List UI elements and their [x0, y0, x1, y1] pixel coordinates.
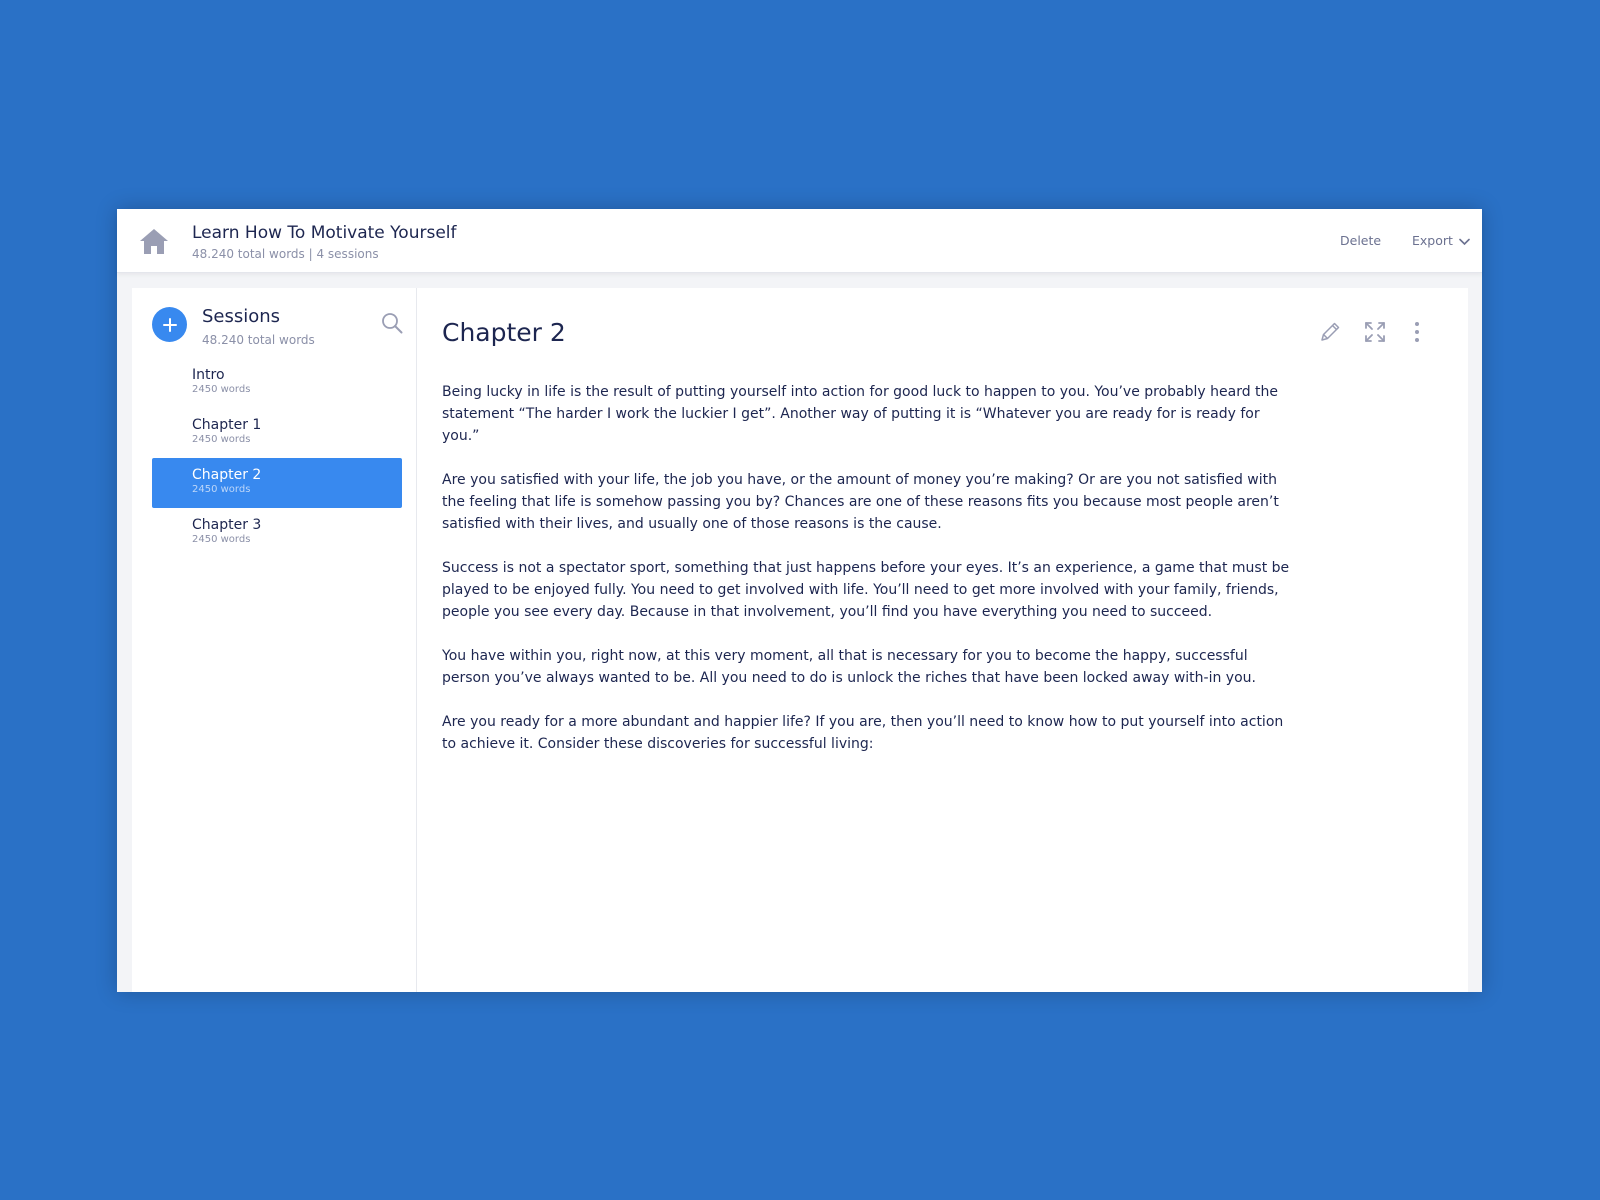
session-name: Intro: [192, 367, 225, 383]
chapter-content: Chapter 2 Being lucky in life is the res…: [418, 288, 1468, 992]
paragraph: Are you satisfied with your life, the jo…: [442, 472, 1279, 532]
session-name: Chapter 3: [192, 517, 262, 533]
header-bar: Learn How To Motivate Yourself 48.240 to…: [117, 209, 1482, 273]
session-item-intro[interactable]: Intro 2450 words: [152, 358, 402, 408]
session-name: Chapter 2: [192, 467, 262, 483]
search-icon[interactable]: [381, 312, 403, 334]
delete-button[interactable]: Delete: [1340, 233, 1381, 248]
home-icon[interactable]: [139, 227, 169, 255]
session-item-chapter-1[interactable]: Chapter 1 2450 words: [152, 408, 402, 458]
session-word-count: 2450 words: [192, 534, 251, 545]
session-list: Intro 2450 words Chapter 1 2450 words Ch…: [152, 358, 402, 558]
session-word-count: 2450 words: [192, 484, 251, 495]
sessions-title: Sessions: [202, 306, 281, 327]
chapter-title: Chapter 2: [442, 318, 566, 347]
sessions-sidebar: Sessions 48.240 total words Intro 2450 w…: [132, 288, 417, 992]
more-vertical-icon[interactable]: [1405, 320, 1429, 344]
editor-card: Sessions 48.240 total words Intro 2450 w…: [132, 288, 1468, 992]
paragraph: You have within you, right now, at this …: [442, 648, 1256, 686]
session-item-chapter-2[interactable]: Chapter 2 2450 words: [152, 458, 402, 508]
session-name: Chapter 1: [192, 417, 262, 433]
expand-icon[interactable]: [1363, 320, 1387, 344]
session-word-count: 2450 words: [192, 434, 251, 445]
add-session-button[interactable]: [152, 307, 187, 342]
paragraph: Being lucky in life is the result of put…: [442, 384, 1279, 444]
app-window: Learn How To Motivate Yourself 48.240 to…: [117, 209, 1482, 992]
pencil-icon[interactable]: [1318, 320, 1342, 344]
session-item-chapter-3[interactable]: Chapter 3 2450 words: [152, 508, 402, 558]
chevron-down-icon: [1459, 238, 1470, 245]
export-button[interactable]: Export: [1412, 233, 1470, 248]
document-title: Learn How To Motivate Yourself: [192, 223, 457, 243]
paragraph: Success is not a spectator sport, someth…: [442, 560, 1290, 620]
export-label: Export: [1412, 233, 1453, 248]
chapter-body[interactable]: Being lucky in life is the result of put…: [442, 381, 1292, 777]
document-stats: 48.240 total words | 4 sessions: [192, 247, 379, 261]
sessions-total-words: 48.240 total words: [202, 333, 315, 347]
paragraph: Are you ready for a more abundant and ha…: [442, 714, 1284, 752]
session-word-count: 2450 words: [192, 384, 251, 395]
